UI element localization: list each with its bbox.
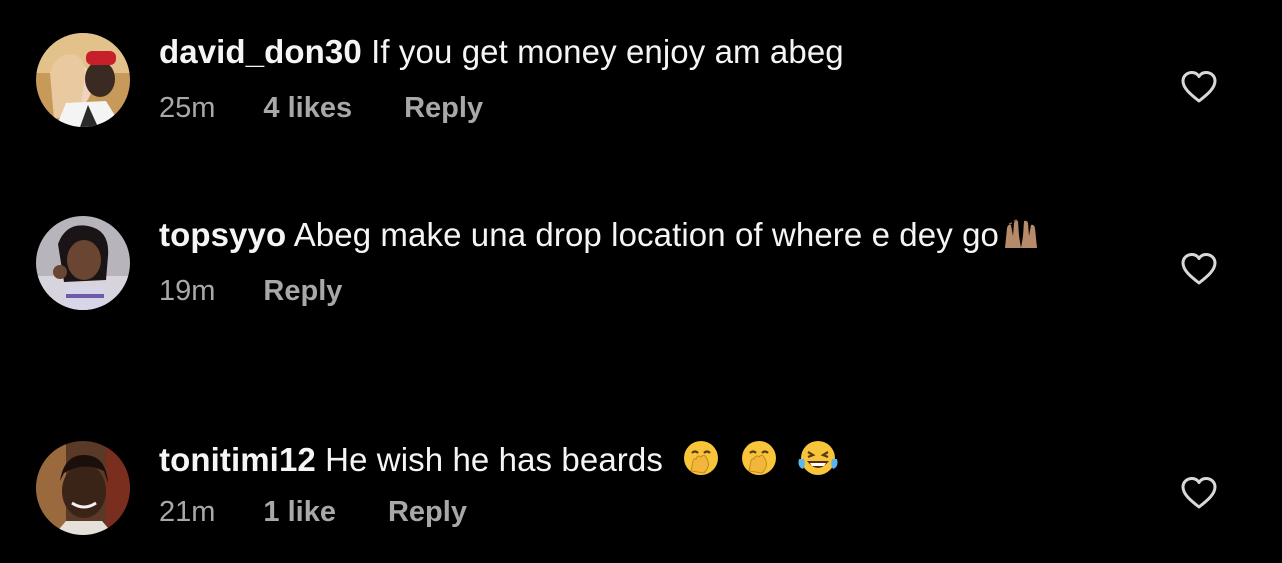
tears-of-joy-emoji	[798, 441, 838, 475]
avatar[interactable]	[36, 33, 130, 127]
comment-time: 19m	[159, 275, 216, 307]
avatar[interactable]	[36, 216, 130, 310]
comment-item: tonitimi12 He wish he has beards 21m 1 l…	[0, 415, 1282, 563]
comment-text: If you get money enjoy am abeg	[371, 33, 844, 70]
comment-username[interactable]: topsyyo	[159, 216, 286, 253]
comment-text: He wish he has beards	[325, 441, 663, 478]
face-with-hand-over-mouth-emoji	[741, 441, 776, 475]
reply-button[interactable]: Reply	[388, 496, 467, 529]
heart-icon[interactable]	[1180, 476, 1218, 510]
heart-icon[interactable]	[1180, 252, 1218, 286]
comment-username[interactable]: david_don30	[159, 33, 362, 70]
comment-likes[interactable]: 4 likes	[263, 92, 352, 125]
heart-icon[interactable]	[1180, 70, 1218, 104]
comment-likes[interactable]: 1 like	[263, 496, 336, 529]
comment-text-line: tonitimi12 He wish he has beards	[159, 438, 1119, 482]
reply-button[interactable]: Reply	[404, 92, 483, 125]
raising-hands-emoji	[1005, 219, 1037, 248]
comment-time: 21m	[159, 496, 216, 528]
comment-item: topsyyo Abeg make una drop location of w…	[0, 190, 1282, 370]
comment-meta: 19m Reply	[159, 275, 1119, 308]
comment-item: david_don30 If you get money enjoy am ab…	[0, 0, 1282, 170]
comment-text-line: topsyyo Abeg make una drop location of w…	[159, 213, 1119, 257]
comment-text-line: david_don30 If you get money enjoy am ab…	[159, 30, 1119, 74]
face-with-hand-over-mouth-emoji	[684, 441, 719, 475]
avatar[interactable]	[36, 441, 130, 535]
comment-time: 25m	[159, 92, 216, 124]
reply-button[interactable]: Reply	[263, 275, 342, 308]
comment-text: Abeg make una drop location of where e d…	[293, 216, 999, 253]
comment-meta: 21m 1 like Reply	[159, 496, 1119, 529]
comment-username[interactable]: tonitimi12	[159, 441, 316, 478]
comment-meta: 25m 4 likes Reply	[159, 92, 1119, 125]
